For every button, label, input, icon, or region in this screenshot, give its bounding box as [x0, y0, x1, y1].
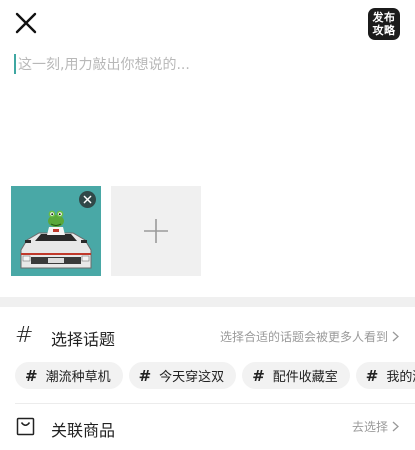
plus-icon — [144, 219, 168, 243]
topic-tag[interactable]: # 今天穿这双 — [128, 362, 237, 389]
topic-tag-list: # 潮流种草机 # 今天穿这双 # 配件收藏室 # 我的潮玩 — [15, 362, 415, 390]
remove-photo-button[interactable] — [79, 191, 96, 208]
row-divider — [15, 403, 415, 404]
hash-icon: # — [365, 366, 379, 385]
topic-tag-label: 配件收藏室 — [272, 370, 338, 385]
chevron-right-icon — [392, 331, 399, 342]
hash-icon: # — [15, 323, 34, 348]
select-topic-row[interactable]: # 选择话题 选择合适的话题会被更多人看到 — [0, 317, 415, 355]
hash-icon: # — [252, 366, 265, 385]
publish-button[interactable]: 发布 攻略 — [368, 8, 400, 40]
topic-tag-label: 今天穿这双 — [159, 370, 225, 385]
topic-tag[interactable]: # 配件收藏室 — [242, 362, 350, 389]
shopping-bag-icon — [16, 417, 35, 436]
topic-tag-label: 我的潮玩 — [386, 370, 415, 385]
topic-tag[interactable]: # 潮流种草机 — [15, 362, 123, 389]
section-divider — [0, 297, 415, 307]
text-caret — [14, 54, 16, 74]
select-topic-hint: 选择合适的话题会被更多人看到 — [220, 328, 399, 345]
link-goods-hint: 去选择 — [352, 418, 399, 435]
close-icon — [15, 12, 37, 34]
chevron-right-icon — [392, 421, 399, 432]
link-goods-title: 关联商品 — [51, 421, 116, 440]
topic-tag-label: 潮流种草机 — [45, 370, 111, 385]
post-text-input[interactable]: 这一刻,用力敲出你想说的... — [14, 52, 394, 76]
close-button[interactable] — [14, 11, 38, 35]
publish-label-line2: 攻略 — [372, 24, 396, 37]
select-topic-title: 选择话题 — [51, 330, 116, 349]
hash-icon: # — [138, 366, 152, 385]
post-text-placeholder: 这一刻,用力敲出你想说的... — [18, 57, 190, 73]
close-icon — [83, 195, 92, 204]
attached-photo-thumbnail[interactable] — [11, 186, 101, 276]
publish-label-line1: 发布 — [372, 11, 396, 24]
select-topic-hint-text: 选择合适的话题会被更多人看到 — [219, 330, 388, 344]
add-photo-button[interactable] — [111, 186, 201, 276]
link-goods-row[interactable]: 关联商品 去选择 — [0, 405, 415, 450]
hash-icon: # — [25, 366, 38, 385]
topic-tag[interactable]: # 我的潮玩 — [355, 362, 415, 389]
link-goods-hint-text: 去选择 — [351, 420, 388, 434]
